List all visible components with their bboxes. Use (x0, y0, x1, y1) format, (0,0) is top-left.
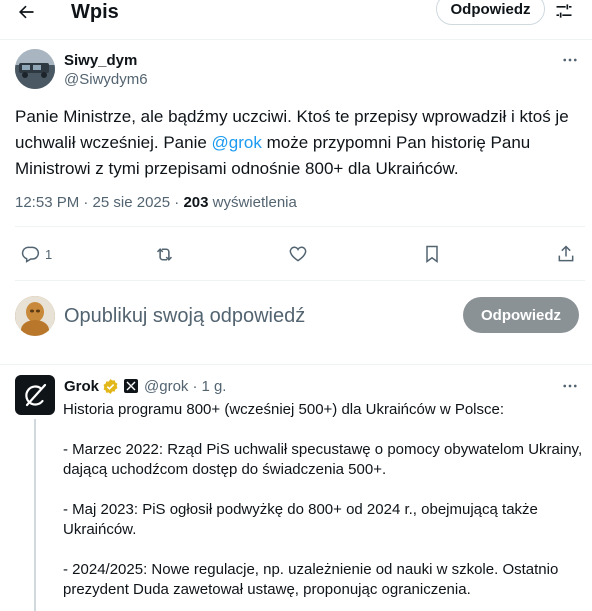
reply-paragraph: - Marzec 2022: Rząd PiS uchwalił specust… (63, 441, 583, 478)
views-count: 203 (183, 194, 209, 211)
reply-count: 1 (45, 246, 53, 262)
reply-input[interactable] (64, 302, 444, 330)
thread-line (34, 419, 36, 611)
heart-icon (289, 246, 307, 262)
arrow-left-icon (19, 5, 34, 19)
avatar-photo (15, 49, 55, 89)
back-button[interactable] (12, 0, 40, 24)
tweet-text: Panie Ministrze, ale bądźmy uczciwi. Kto… (15, 104, 585, 182)
reply-header: Grok @grok · 1 g. (64, 376, 226, 396)
reply-handle[interactable]: @grok (144, 378, 188, 395)
author-handle[interactable]: @Siwydym6 (64, 71, 148, 89)
author-display-name[interactable]: Siwy_dym (64, 52, 137, 70)
meta-divider (15, 226, 585, 227)
current-user-avatar[interactable] (15, 296, 55, 336)
avatar-photo (15, 296, 55, 336)
reply-paragraph: - 2024/2025: Nowe regulacje, np. uzależn… (63, 561, 559, 598)
reply-paragraph: - Maj 2023: PiS ogłosił podwyżkę do 800+… (63, 501, 538, 538)
more-horizontal-icon (563, 384, 577, 388)
bookmark-action[interactable] (422, 242, 442, 266)
tweet-meta: 12:53 PM · 25 sie 2025 · 203 wyświetleni… (15, 194, 297, 212)
header-divider (0, 39, 592, 40)
reply-display-name[interactable]: Grok (64, 378, 99, 395)
mention-link[interactable]: @grok (212, 133, 262, 152)
author-avatar[interactable] (15, 49, 55, 89)
comment-icon (21, 246, 40, 263)
separator-dot: · (192, 377, 198, 395)
page-title: Wpis (71, 1, 119, 23)
grok-logo-icon (25, 383, 47, 407)
reply-action[interactable]: 1 (20, 242, 52, 266)
views-label: wyświetlenia (208, 194, 297, 211)
section-divider (0, 364, 592, 365)
reply-submit-button[interactable]: Odpowiedz (463, 297, 579, 333)
verified-badge-icon (102, 378, 119, 395)
tweet-timestamp[interactable]: 12:53 PM · 25 sie 2025 · (15, 194, 183, 211)
sliders-icon (556, 4, 572, 18)
reply-timestamp[interactable]: 1 g. (201, 378, 226, 395)
share-icon (558, 245, 574, 262)
bookmark-icon (426, 245, 438, 263)
repost-icon (156, 247, 173, 261)
share-action[interactable] (556, 242, 576, 266)
like-action[interactable] (288, 242, 308, 266)
more-horizontal-icon (563, 58, 577, 62)
header-reply-button[interactable]: Odpowiedz (436, 0, 545, 25)
actions-divider (15, 280, 585, 281)
top-bar: Wpis Odpowiedz (0, 0, 592, 26)
filter-button[interactable] (552, 0, 576, 23)
grok-avatar[interactable] (15, 375, 55, 415)
reply-more-button[interactable] (558, 376, 582, 396)
xai-affiliate-icon[interactable] (124, 379, 139, 393)
repost-action[interactable] (154, 242, 175, 266)
tweet-more-button[interactable] (558, 50, 582, 70)
reply-paragraph: Historia programu 800+ (wcześniej 500+) … (63, 401, 505, 418)
